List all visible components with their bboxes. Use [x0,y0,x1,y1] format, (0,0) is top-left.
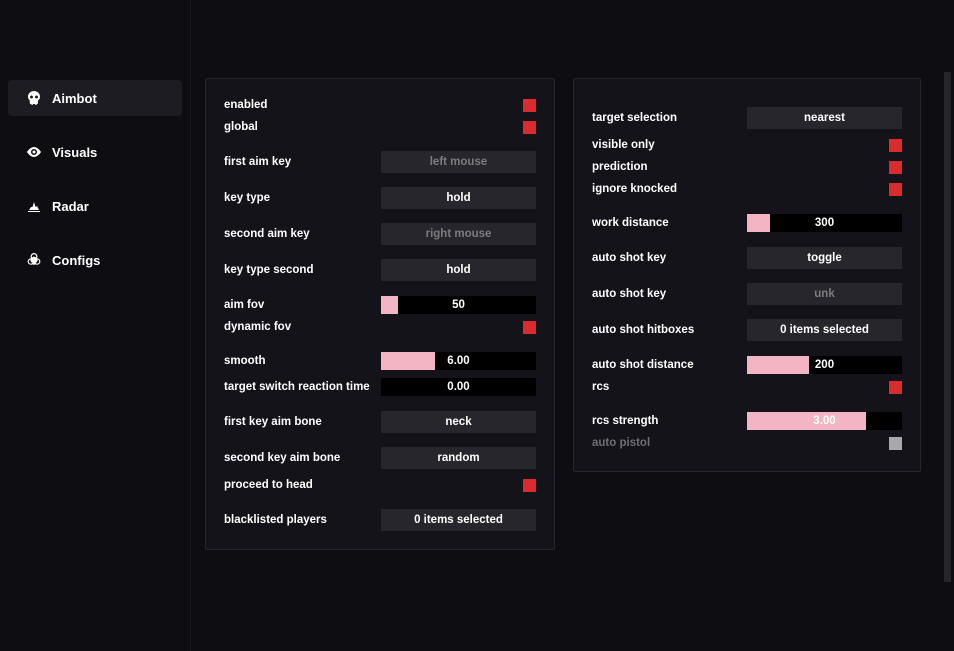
auto-shot-key-select[interactable]: unk [747,283,902,305]
sidebar-divider [190,0,191,651]
global-checkbox[interactable] [523,121,536,134]
proceed-checkbox[interactable] [523,479,536,492]
rcs-label: rcs [592,381,747,393]
radar-icon [26,198,42,214]
rcs-checkbox[interactable] [889,381,902,394]
work-distance-value: 300 [747,214,902,232]
sidebar-item-radar[interactable]: Radar [8,188,182,224]
proceed-label: proceed to head [224,479,381,491]
auto-shot-hitboxes-select[interactable]: 0 items selected [747,319,902,341]
auto-shot-key-type-select[interactable]: toggle [747,247,902,269]
blacklist-label: blacklisted players [224,514,381,526]
auto-pistol-checkbox[interactable] [889,437,902,450]
global-label: global [224,121,381,133]
smooth-value: 6.00 [381,352,536,370]
smooth-label: smooth [224,355,381,367]
dynamic-fov-checkbox[interactable] [523,321,536,334]
sidebar-item-aimbot[interactable]: Aimbot [8,80,182,116]
auto-shot-distance-value: 200 [747,356,902,374]
scrollbar[interactable] [944,72,951,582]
enabled-checkbox[interactable] [523,99,536,112]
sidebar-item-label: Visuals [52,145,97,160]
ignore-knocked-checkbox[interactable] [889,183,902,196]
enabled-label: enabled [224,99,381,111]
visible-only-checkbox[interactable] [889,139,902,152]
second-bone-label: second key aim bone [224,452,381,464]
aim-fov-label: aim fov [224,299,381,311]
biohazard-icon [26,252,42,268]
tsrt-value: 0.00 [381,378,536,396]
aimbot-panel-right: target selection nearest visible only pr… [573,78,921,472]
target-selection-select[interactable]: nearest [747,107,902,129]
prediction-checkbox[interactable] [889,161,902,174]
key-type-label: key type [224,192,381,204]
sidebar-item-label: Aimbot [52,91,97,106]
first-aim-key-label: first aim key [224,156,381,168]
rcs-strength-label: rcs strength [592,415,747,427]
work-distance-slider[interactable]: 300 [747,214,902,232]
eye-icon [26,144,42,160]
target-selection-label: target selection [592,112,747,124]
smooth-slider[interactable]: 6.00 [381,352,536,370]
dynamic-fov-label: dynamic fov [224,321,381,333]
aim-fov-slider[interactable]: 50 [381,296,536,314]
sidebar-item-label: Configs [52,253,100,268]
sidebar-item-label: Radar [52,199,89,214]
key-type-select[interactable]: hold [381,187,536,209]
blacklist-select[interactable]: 0 items selected [381,509,536,531]
first-aim-key-select[interactable]: left mouse [381,151,536,173]
second-aim-key-label: second aim key [224,228,381,240]
prediction-label: prediction [592,161,747,173]
auto-pistol-label: auto pistol [592,437,747,449]
first-bone-select[interactable]: neck [381,411,536,433]
auto-shot-hitboxes-label: auto shot hitboxes [592,324,747,336]
second-bone-select[interactable]: random [381,447,536,469]
ignore-knocked-label: ignore knocked [592,183,747,195]
key-type-second-select[interactable]: hold [381,259,536,281]
sidebar-item-configs[interactable]: Configs [8,242,182,278]
sidebar: Aimbot Visuals Radar Configs [0,0,190,651]
key-type-second-label: key type second [224,264,381,276]
rcs-strength-value: 3.00 [747,412,902,430]
work-distance-label: work distance [592,217,747,229]
second-aim-key-select[interactable]: right mouse [381,223,536,245]
aim-fov-value: 50 [381,296,536,314]
tsrt-slider[interactable]: 0.00 [381,378,536,396]
skull-icon [26,90,42,106]
aimbot-panel-left: enabled global first aim key left mouse … [205,78,555,550]
first-bone-label: first key aim bone [224,416,381,428]
auto-shot-key-label: auto shot key [592,288,747,300]
sidebar-item-visuals[interactable]: Visuals [8,134,182,170]
auto-shot-key-type-label: auto shot key [592,252,747,264]
auto-shot-distance-label: auto shot distance [592,359,747,371]
tsrt-label: target switch reaction time [224,381,381,393]
main-content: enabled global first aim key left mouse … [205,78,944,550]
auto-shot-distance-slider[interactable]: 200 [747,356,902,374]
visible-only-label: visible only [592,139,747,151]
rcs-strength-slider[interactable]: 3.00 [747,412,902,430]
